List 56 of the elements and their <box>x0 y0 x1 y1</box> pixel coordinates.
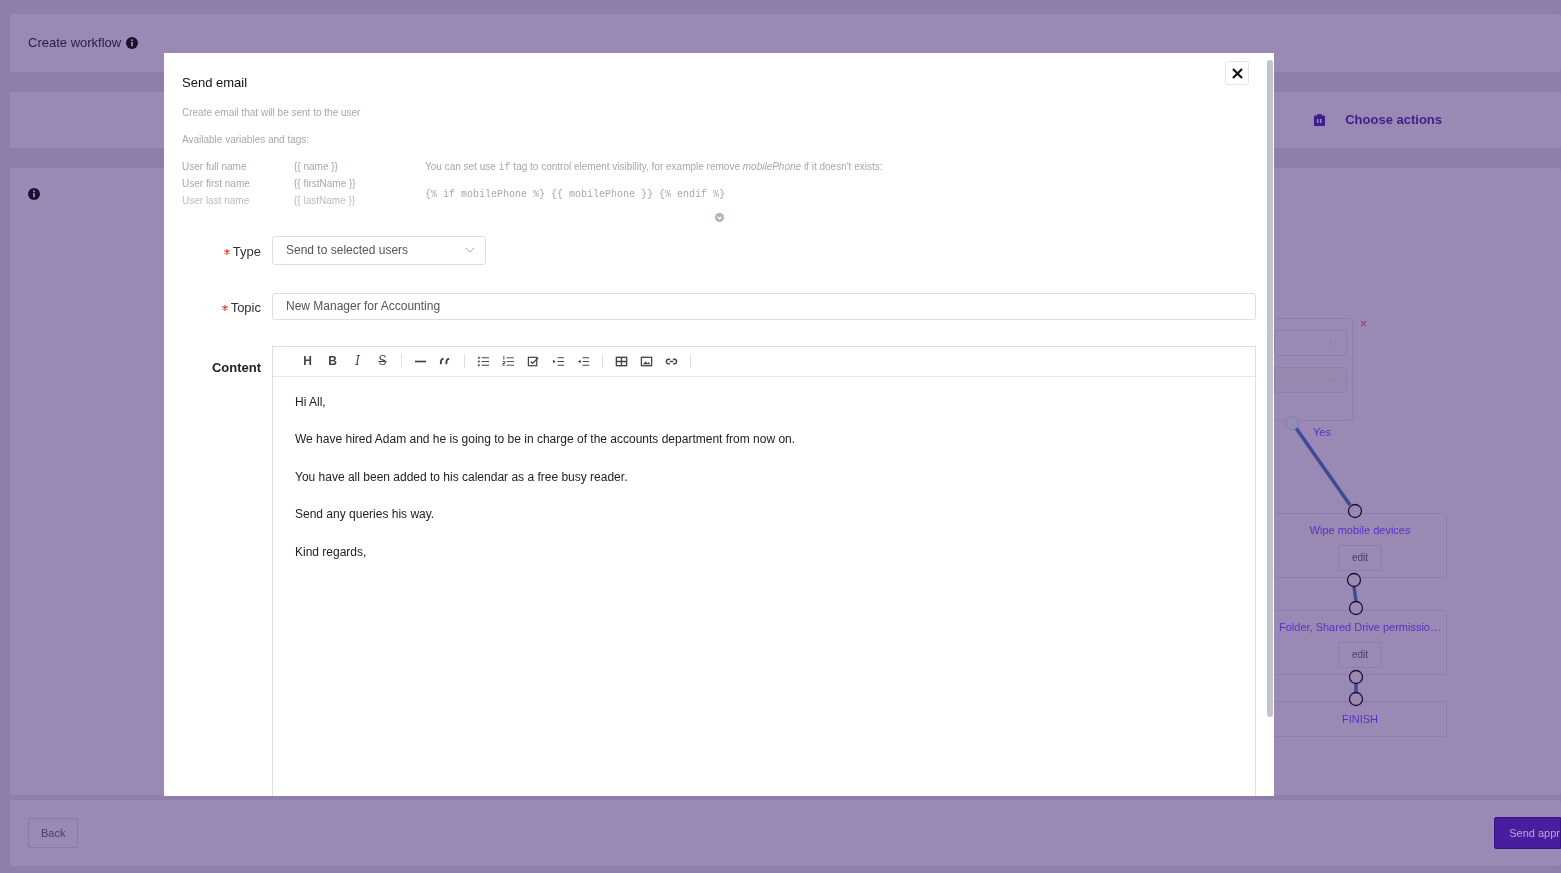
node-title: Folder, Shared Drive permissio… <box>1279 620 1441 635</box>
field-label: Content <box>211 359 261 375</box>
connector-line <box>1354 684 1358 693</box>
variable-tag: {{ name }} <box>294 158 338 176</box>
image-icon[interactable] <box>640 354 653 368</box>
connector-port[interactable] <box>1347 503 1363 519</box>
format-button[interactable]: S <box>370 351 395 371</box>
editor-paragraph: Hi All, <box>295 393 327 411</box>
dropdown-field[interactable] <box>1274 367 1347 393</box>
outdent-icon[interactable] <box>577 354 590 368</box>
connector-port[interactable] <box>1284 415 1300 431</box>
clipboard-icon <box>1314 114 1326 126</box>
editor-paragraph: You have all been added to his calendar as a free busy reader. <box>295 468 629 486</box>
tip-text: You can set use if tag to control element visibility, for example remove mobilePhone if it doesn't exists: <box>425 159 883 175</box>
topic-field[interactable]: New Manager for Accounting <box>272 292 1256 320</box>
page-title: Create workflow <box>28 34 122 53</box>
scrollbar[interactable] <box>1267 60 1273 717</box>
format-button[interactable]: I <box>345 351 370 371</box>
variable-label: User last name <box>182 193 251 208</box>
indent-icon[interactable] <box>552 354 565 368</box>
connector-port[interactable] <box>1348 669 1364 685</box>
branch-label: Yes <box>1313 425 1331 440</box>
variable-tag: {{ lastName }} <box>294 192 356 210</box>
connector-port[interactable] <box>1348 600 1364 616</box>
dialog-title: Send email <box>182 74 249 92</box>
node-title: FINISH <box>1341 712 1379 727</box>
format-button[interactable]: H <box>295 351 320 371</box>
type-select[interactable]: Send to selected users <box>272 235 486 265</box>
editor-paragraph: Send any queries his way. <box>295 506 436 523</box>
editor-paragraph: Kind regards, <box>295 543 368 561</box>
info-icon[interactable] <box>126 37 139 49</box>
connector-port[interactable] <box>1346 572 1362 588</box>
close-icon <box>1231 67 1243 79</box>
field-label: Topic <box>230 299 261 315</box>
variable-label: User full name <box>182 159 248 174</box>
format-button[interactable]: B <box>320 351 345 371</box>
select-value: Send to selected users <box>286 242 409 259</box>
chevron-down-icon <box>465 247 475 253</box>
close-button[interactable] <box>1225 61 1249 85</box>
connector-port[interactable] <box>1348 691 1364 707</box>
table-icon[interactable] <box>615 354 628 368</box>
field-label: Type <box>232 243 261 259</box>
variable-tag: {{ firstName }} <box>294 175 356 193</box>
info-icon[interactable] <box>28 188 40 200</box>
dialog-description: Create email that will be sent to the user <box>182 105 362 120</box>
node-title: Wipe mobile devices <box>1309 523 1411 538</box>
task-list-icon[interactable] <box>527 354 540 368</box>
connector-line <box>1352 586 1358 602</box>
variable-label: User first name <box>182 176 251 191</box>
variables-heading: Available variables and tags: <box>182 132 311 147</box>
choose-actions-link[interactable]: Choose actions <box>1345 110 1442 130</box>
bullet-list-icon[interactable] <box>477 354 490 368</box>
send-button[interactable]: Send appr <box>1494 816 1561 850</box>
editor-paragraph: We have hired Adam and he is going to be in charge of the accounts department from now on. <box>295 431 797 448</box>
numbered-list-icon[interactable] <box>502 354 515 368</box>
code-example: {% if mobilePhone %} {{ mobilePhone }} {% endif %} <box>425 187 727 202</box>
